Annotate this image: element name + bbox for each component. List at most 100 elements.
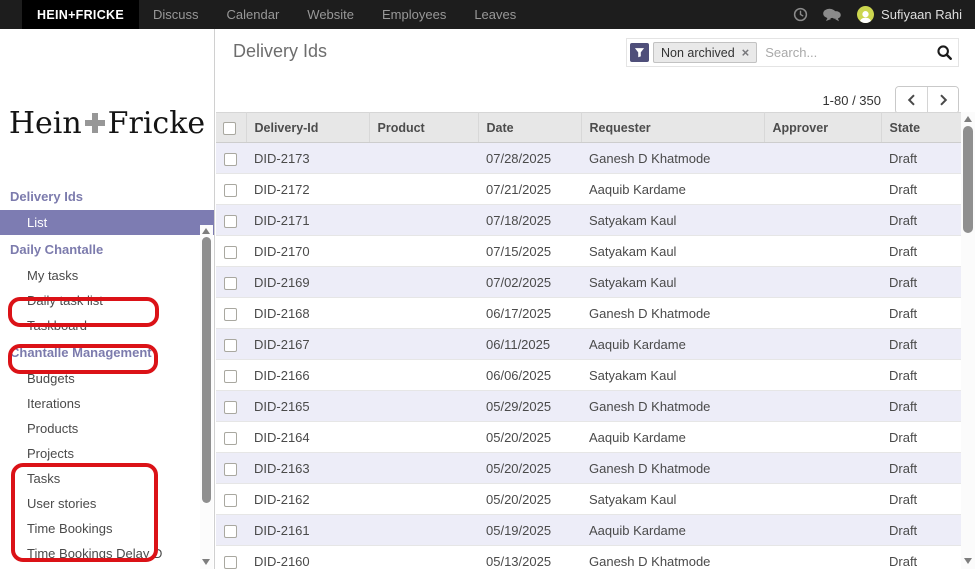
- cell-approver: [764, 484, 881, 515]
- cell-date: 05/13/2025: [478, 546, 581, 569]
- cell-delivery-id: DID-2172: [246, 174, 369, 205]
- scroll-down-arrow-icon[interactable]: [964, 558, 972, 564]
- user-avatar[interactable]: [857, 6, 874, 23]
- row-checkbox-cell: [216, 236, 246, 267]
- cell-date: 06/11/2025: [478, 329, 581, 360]
- sidebar-item-products[interactable]: Products: [0, 416, 214, 441]
- row-checkbox[interactable]: [224, 494, 237, 507]
- table-body: DID-217307/28/2025Ganesh D KhatmodeDraft…: [216, 143, 961, 569]
- cell-state: Draft: [881, 515, 961, 546]
- column-header-product[interactable]: Product: [369, 113, 478, 143]
- brand-button[interactable]: HEIN+FRICKE: [22, 0, 139, 29]
- sidebar-scrollbar[interactable]: [200, 225, 213, 569]
- row-checkbox[interactable]: [224, 246, 237, 259]
- cell-product: [369, 236, 478, 267]
- table-row[interactable]: DID-217307/28/2025Ganesh D KhatmodeDraft: [216, 143, 961, 174]
- sidebar-item-list[interactable]: List: [0, 210, 214, 235]
- scroll-down-arrow-icon[interactable]: [202, 559, 210, 565]
- menu-item-leaves[interactable]: Leaves: [460, 0, 530, 29]
- table-row[interactable]: DID-217207/21/2025Aaquib KardameDraft: [216, 174, 961, 205]
- sidebar-item-projects[interactable]: Projects: [0, 441, 214, 466]
- table-row[interactable]: DID-217007/15/2025Satyakam KaulDraft: [216, 236, 961, 267]
- cell-requester: Aaquib Kardame: [581, 329, 764, 360]
- table-row[interactable]: DID-216806/17/2025Ganesh D KhatmodeDraft: [216, 298, 961, 329]
- search-input[interactable]: [757, 45, 936, 60]
- search-icon[interactable]: [936, 44, 953, 61]
- logo-text-right: Fricke: [108, 106, 206, 141]
- row-checkbox[interactable]: [224, 153, 237, 166]
- cell-requester: Satyakam Kaul: [581, 205, 764, 236]
- sidebar-item-tasks[interactable]: Tasks: [0, 466, 214, 491]
- cell-state: Draft: [881, 329, 961, 360]
- cell-delivery-id: DID-2160: [246, 546, 369, 569]
- scroll-up-arrow-icon[interactable]: [964, 116, 972, 122]
- cell-delivery-id: DID-2173: [246, 143, 369, 174]
- scroll-up-arrow-icon[interactable]: [202, 228, 210, 234]
- table-row[interactable]: DID-216907/02/2025Satyakam KaulDraft: [216, 267, 961, 298]
- sidebar-item-my-tasks[interactable]: My tasks: [0, 263, 214, 288]
- pager-previous-button[interactable]: [896, 87, 927, 113]
- row-checkbox[interactable]: [224, 432, 237, 445]
- content-scrollbar-thumb[interactable]: [963, 126, 973, 233]
- row-checkbox[interactable]: [224, 184, 237, 197]
- menu-item-calendar[interactable]: Calendar: [213, 0, 294, 29]
- user-name[interactable]: Sufiyaan Rahi: [881, 7, 962, 22]
- table-row[interactable]: DID-216505/29/2025Ganesh D KhatmodeDraft: [216, 391, 961, 422]
- row-checkbox-cell: [216, 329, 246, 360]
- table-header-row: Delivery-Id Product Date Requester Appro…: [216, 113, 961, 143]
- topbar-right: Sufiyaan Rahi: [778, 0, 975, 29]
- clock-icon[interactable]: [793, 7, 808, 22]
- select-all-checkbox[interactable]: [223, 122, 236, 135]
- table-row[interactable]: DID-216105/19/2025Aaquib KardameDraft: [216, 515, 961, 546]
- sidebar-item-time-bookings-delay-d[interactable]: Time Bookings Delay D: [0, 541, 214, 566]
- table-row[interactable]: DID-216706/11/2025Aaquib KardameDraft: [216, 329, 961, 360]
- row-checkbox-cell: [216, 360, 246, 391]
- pager-next-button[interactable]: [927, 87, 958, 113]
- row-checkbox[interactable]: [224, 401, 237, 414]
- menu-item-discuss[interactable]: Discuss: [139, 0, 213, 29]
- row-checkbox[interactable]: [224, 308, 237, 321]
- sidebar-item-time-bookings[interactable]: Time Bookings: [0, 516, 214, 541]
- column-header-delivery-id[interactable]: Delivery-Id: [246, 113, 369, 143]
- sidebar-item-user-stories[interactable]: User stories: [0, 491, 214, 516]
- filter-chip-non-archived[interactable]: Non archived ×: [653, 42, 757, 63]
- cell-delivery-id: DID-2168: [246, 298, 369, 329]
- menu-item-employees[interactable]: Employees: [368, 0, 460, 29]
- content-scrollbar[interactable]: [961, 112, 975, 569]
- search-bar: Non archived ×: [626, 38, 959, 67]
- row-checkbox[interactable]: [224, 370, 237, 383]
- column-header-date[interactable]: Date: [478, 113, 581, 143]
- select-all-cell: [216, 113, 246, 143]
- table-row[interactable]: DID-217107/18/2025Satyakam KaulDraft: [216, 205, 961, 236]
- table-row[interactable]: DID-216405/20/2025Aaquib KardameDraft: [216, 422, 961, 453]
- row-checkbox[interactable]: [224, 525, 237, 538]
- cell-product: [369, 298, 478, 329]
- sidebar-item-taskboard[interactable]: Taskboard: [0, 313, 214, 338]
- cell-date: 05/20/2025: [478, 453, 581, 484]
- row-checkbox[interactable]: [224, 277, 237, 290]
- table-row[interactable]: DID-216305/20/2025Ganesh D KhatmodeDraft: [216, 453, 961, 484]
- cell-delivery-id: DID-2165: [246, 391, 369, 422]
- remove-filter-icon[interactable]: ×: [742, 45, 750, 60]
- row-checkbox[interactable]: [224, 556, 237, 569]
- cell-date: 07/18/2025: [478, 205, 581, 236]
- messages-icon[interactable]: [823, 8, 841, 22]
- table-row[interactable]: DID-216606/06/2025Satyakam KaulDraft: [216, 360, 961, 391]
- row-checkbox[interactable]: [224, 215, 237, 228]
- menu-item-website[interactable]: Website: [293, 0, 368, 29]
- row-checkbox[interactable]: [224, 339, 237, 352]
- sidebar-item-daily-task-list[interactable]: Daily task list: [0, 288, 214, 313]
- sidebar-scrollbar-thumb[interactable]: [202, 237, 211, 503]
- column-header-approver[interactable]: Approver: [764, 113, 881, 143]
- filter-icon[interactable]: [630, 43, 649, 62]
- row-checkbox[interactable]: [224, 463, 237, 476]
- column-header-state[interactable]: State: [881, 113, 961, 143]
- sidebar-item-iterations[interactable]: Iterations: [0, 391, 214, 416]
- table-row[interactable]: DID-216205/20/2025Satyakam KaulDraft: [216, 484, 961, 515]
- cell-product: [369, 453, 478, 484]
- table-row[interactable]: DID-216005/13/2025Ganesh D KhatmodeDraft: [216, 546, 961, 569]
- sidebar-item-budgets[interactable]: Budgets: [0, 366, 214, 391]
- cell-approver: [764, 298, 881, 329]
- column-header-requester[interactable]: Requester: [581, 113, 764, 143]
- cell-delivery-id: DID-2166: [246, 360, 369, 391]
